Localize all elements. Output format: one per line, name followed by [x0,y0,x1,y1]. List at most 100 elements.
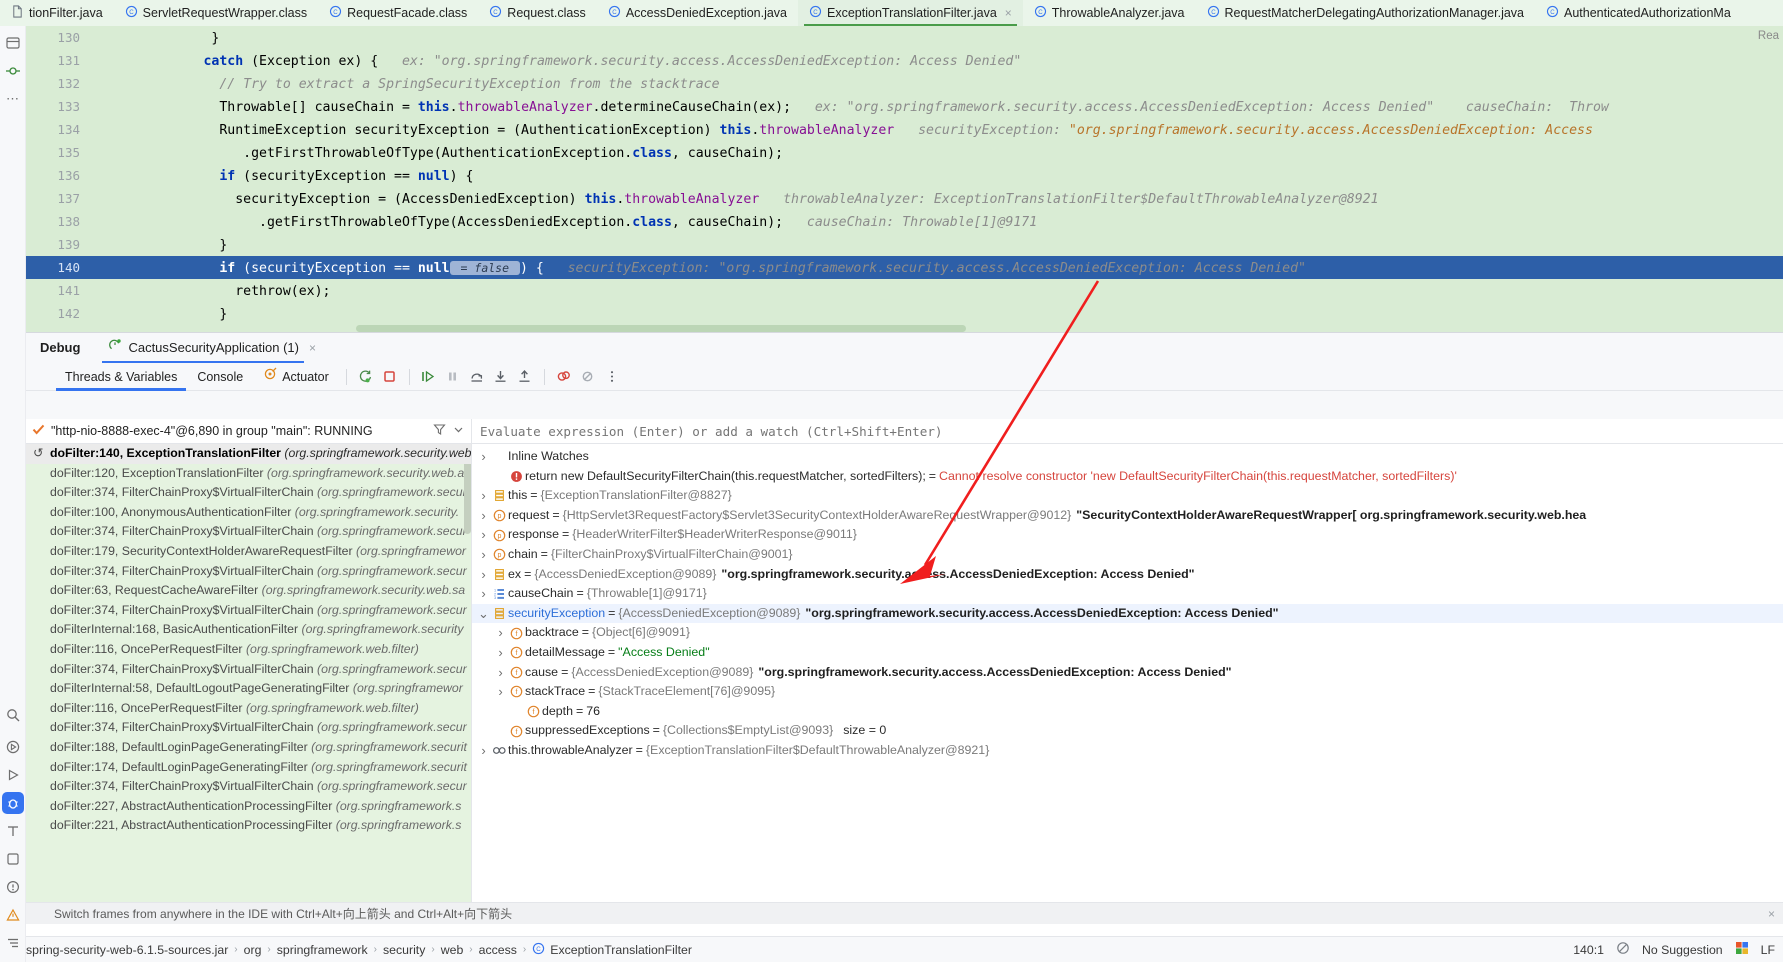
variable-row[interactable]: · fdepth=76 [472,702,1783,722]
filter-frames-icon[interactable] [433,423,446,439]
editor-tab-8[interactable]: C AuthenticatedAuthorizationMa [1535,0,1742,26]
code-line[interactable]: 138 .getFirstThrowableOfType(AccessDenie… [26,210,1783,233]
todo-icon[interactable] [2,848,24,870]
chevron-right-icon[interactable]: › [476,506,491,526]
ai-assistant-icon[interactable] [1735,941,1749,958]
run-configuration-tab[interactable]: CactusSecurityApplication (1) × [102,333,322,363]
code-line[interactable]: 132 // Try to extract a SpringSecurityEx… [26,72,1783,95]
call-stack-frame[interactable]: doFilterInternal:168, BasicAuthenticatio… [26,620,471,640]
close-hint-icon[interactable]: × [1768,907,1775,921]
code-line-current[interactable]: 140 if (securityException == null = fals… [26,256,1783,279]
call-stack-frame[interactable]: doFilter:374, FilterChainProxy$VirtualFi… [26,660,471,680]
breadcrumb-item[interactable]: C ExceptionTranslationFilter [532,942,692,958]
resume-program-button[interactable] [418,366,440,388]
editor-tab-5[interactable]: C ExceptionTranslationFilter.java × [798,0,1023,26]
terminal-icon[interactable] [2,820,24,842]
variable-row[interactable]: › this = {ExceptionTranslationFilter@8827} [472,486,1783,506]
chevron-right-icon[interactable]: › [493,663,508,683]
call-stack-frame[interactable]: doFilter:140, ExceptionTranslationFilter… [26,444,471,464]
code-line[interactable]: 133 Throwable[] causeChain = this.throwa… [26,95,1783,118]
more-tool-windows-icon[interactable]: ⋯ [2,88,24,110]
variable-row[interactable]: › f cause = {AccessDeniedException@9089} "org… [472,663,1783,683]
editor-tab-2[interactable]: C RequestFacade.class [318,0,478,26]
editor-tab-0[interactable]: tionFilter.java [0,0,114,26]
call-stack-frames[interactable]: doFilter:140, ExceptionTranslationFilter… [26,444,471,902]
stop-button[interactable] [379,366,401,388]
close-run-tab-icon[interactable]: × [309,333,316,363]
caret-position[interactable]: 140:1 [1573,943,1604,957]
chevron-right-icon[interactable]: › [476,486,491,506]
warnings-icon[interactable] [2,904,24,926]
code-line[interactable]: 134 RuntimeException securityException =… [26,118,1783,141]
call-stack-frame[interactable]: doFilter:374, FilterChainProxy$VirtualFi… [26,601,471,621]
call-stack-frame[interactable]: doFilter:174, DefaultLoginPageGenerating… [26,758,471,778]
chevron-right-icon[interactable]: › [493,682,508,702]
code-line[interactable]: 130 } [26,26,1783,49]
variable-row[interactable]: › this.throwableAnalyzer = {ExceptionTransl… [472,741,1783,761]
chevron-right-icon[interactable]: › [476,565,491,585]
variables-tree[interactable]: ›Inline Watches·return new DefaultSecuri… [472,444,1783,902]
variable-row[interactable]: › ex = {AccessDeniedException@9089} "org.spr… [472,565,1783,585]
tab-console[interactable]: Console [188,363,252,391]
variable-row[interactable]: › p request = {HttpServlet3RequestFactory$Se… [472,506,1783,526]
breadcrumb-item[interactable]: security [383,943,425,957]
debug-icon[interactable] [1,792,24,814]
code-editor[interactable]: Rea 130 } 131 catch (Exception ex) { ex: … [26,26,1783,332]
code-line[interactable]: 136 if (securityException == null) { [26,164,1783,187]
mute-breakpoints-button[interactable] [577,366,599,388]
view-breakpoints-button[interactable] [553,366,575,388]
evaluate-expression-input[interactable] [480,423,1783,439]
editor-horizontal-scrollbar[interactable] [356,325,966,332]
thread-selector[interactable]: "http-nio-8888-exec-4"@6,890 in group "m… [26,419,471,444]
call-stack-frame[interactable]: doFilterInternal:58, DefaultLogoutPageGe… [26,679,471,699]
editor-tab-7[interactable]: C RequestMatcherDelegatingAuthorizationMa… [1196,0,1536,26]
editor-tab-1[interactable]: C ServletRequestWrapper.class [114,0,318,26]
variable-row[interactable]: › 1 2 3 causeChain = {Throwable[1]@9171} [472,584,1783,604]
call-stack-frame[interactable]: doFilter:227, AbstractAuthenticationProc… [26,797,471,817]
step-into-button[interactable] [490,366,512,388]
step-out-button[interactable] [514,366,536,388]
chevron-right-icon[interactable]: › [493,643,508,663]
call-stack-frame[interactable]: doFilter:188, DefaultLoginPageGenerating… [26,738,471,758]
call-stack-frame[interactable]: doFilter:374, FilterChainProxy$VirtualFi… [26,718,471,738]
tab-actuator[interactable]: Actuator [254,363,338,391]
editor-tab-6[interactable]: C ThrowableAnalyzer.java [1023,0,1196,26]
search-everywhere-icon[interactable] [2,704,24,726]
call-stack-frame[interactable]: doFilter:374, FilterChainProxy$VirtualFi… [26,562,471,582]
close-tab-icon[interactable]: × [1005,6,1012,20]
call-stack-frame[interactable]: doFilter:374, FilterChainProxy$VirtualFi… [26,777,471,797]
code-line[interactable]: 142 } [26,302,1783,325]
chevron-right-icon[interactable]: › [493,623,508,643]
problems-icon[interactable] [2,876,24,898]
breadcrumb-item[interactable]: access [479,943,517,957]
code-line[interactable]: 141 rethrow(ex); [26,279,1783,302]
code-line[interactable]: 135 .getFirstThrowableOfType(Authenticat… [26,141,1783,164]
run-icon[interactable] [2,764,24,786]
breadcrumb-item[interactable]: org [244,943,262,957]
project-icon[interactable] [2,32,24,54]
thread-dropdown-icon[interactable] [452,423,465,439]
variable-row[interactable]: · f suppressedExceptions={Collections$Empt… [472,721,1783,741]
variable-row[interactable]: ⌄ securityException = {AccessDeniedExceptio… [472,603,1783,624]
breadcrumb-item[interactable]: springframework [277,943,368,957]
chevron-down-icon[interactable]: ⌄ [476,604,491,624]
variable-row[interactable]: › p response = {HeaderWriterFilter$HeaderWri… [472,525,1783,545]
call-stack-frame[interactable]: doFilter:179, SecurityContextHolderAware… [26,542,471,562]
more-options-button[interactable] [601,366,623,388]
call-stack-frame[interactable]: doFilter:374, FilterChainProxy$VirtualFi… [26,483,471,503]
chevron-right-icon[interactable]: › [476,741,491,761]
variable-row[interactable]: › f backtrace = {Object[6]@9091} [472,623,1783,643]
no-suggestion-label[interactable]: No Suggestion [1642,943,1723,957]
call-stack-frame[interactable]: doFilter:221, AbstractAuthenticationProc… [26,816,471,836]
code-line[interactable]: 139 } [26,233,1783,256]
variable-row[interactable]: · return new DefaultSecurityFilterChain(t… [472,467,1783,487]
line-separator-label[interactable]: LF [1761,943,1775,957]
call-stack-frame[interactable]: doFilter:116, OncePerRequestFilter (org.… [26,640,471,660]
chevron-right-icon[interactable]: › [476,545,491,565]
tab-threads-and-variables[interactable]: Threads & Variables [56,363,187,391]
pause-program-button[interactable] [442,366,464,388]
call-stack-frame[interactable]: doFilter:374, FilterChainProxy$VirtualFi… [26,522,471,542]
code-line[interactable]: 137 securityException = (AccessDeniedExc… [26,187,1783,210]
rerun-debug-button[interactable] [355,366,377,388]
breadcrumb-item[interactable]: web [441,943,464,957]
